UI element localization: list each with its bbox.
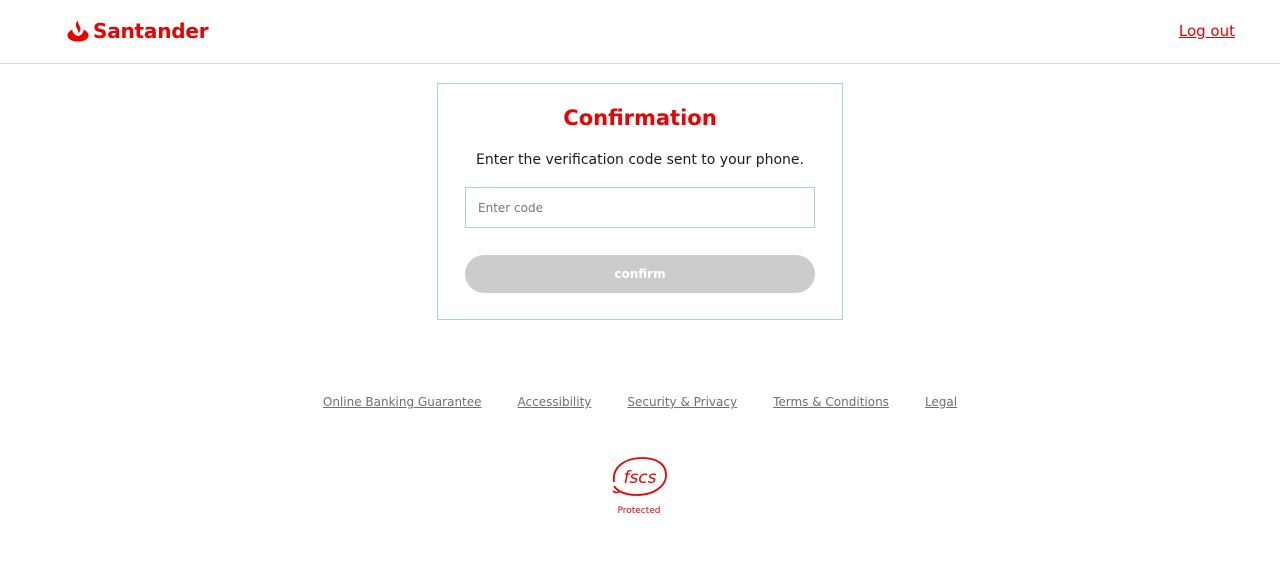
card-subtitle: Enter the verification code sent to your… (476, 152, 804, 168)
verification-code-input[interactable] (465, 187, 815, 228)
footer-link-legal[interactable]: Legal (925, 395, 957, 409)
fscs-badge-text: fscs (623, 468, 656, 488)
footer-link-online-banking-guarantee[interactable]: Online Banking Guarantee (323, 395, 482, 409)
logout-link[interactable]: Log out (1179, 22, 1235, 40)
footer-links: Online Banking Guarantee Accessibility S… (0, 395, 1280, 409)
santander-flame-icon (67, 20, 89, 42)
fscs-protected-caption: Protected (617, 506, 661, 516)
brand-name: Santander (93, 19, 209, 43)
footer-link-security-privacy[interactable]: Security & Privacy (627, 395, 737, 409)
fscs-protected-badge[interactable]: fscs Protected (608, 455, 670, 517)
footer-link-terms-conditions[interactable]: Terms & Conditions (773, 395, 889, 409)
top-header: Santander Log out (0, 0, 1280, 64)
fscs-logo-icon: fscs (612, 457, 667, 496)
card-title: Confirmation (563, 106, 717, 130)
confirmation-card: Confirmation Enter the verification code… (437, 83, 843, 320)
confirm-button[interactable]: confirm (465, 255, 815, 293)
footer-link-accessibility[interactable]: Accessibility (518, 395, 592, 409)
santander-logo[interactable]: Santander (66, 18, 209, 44)
